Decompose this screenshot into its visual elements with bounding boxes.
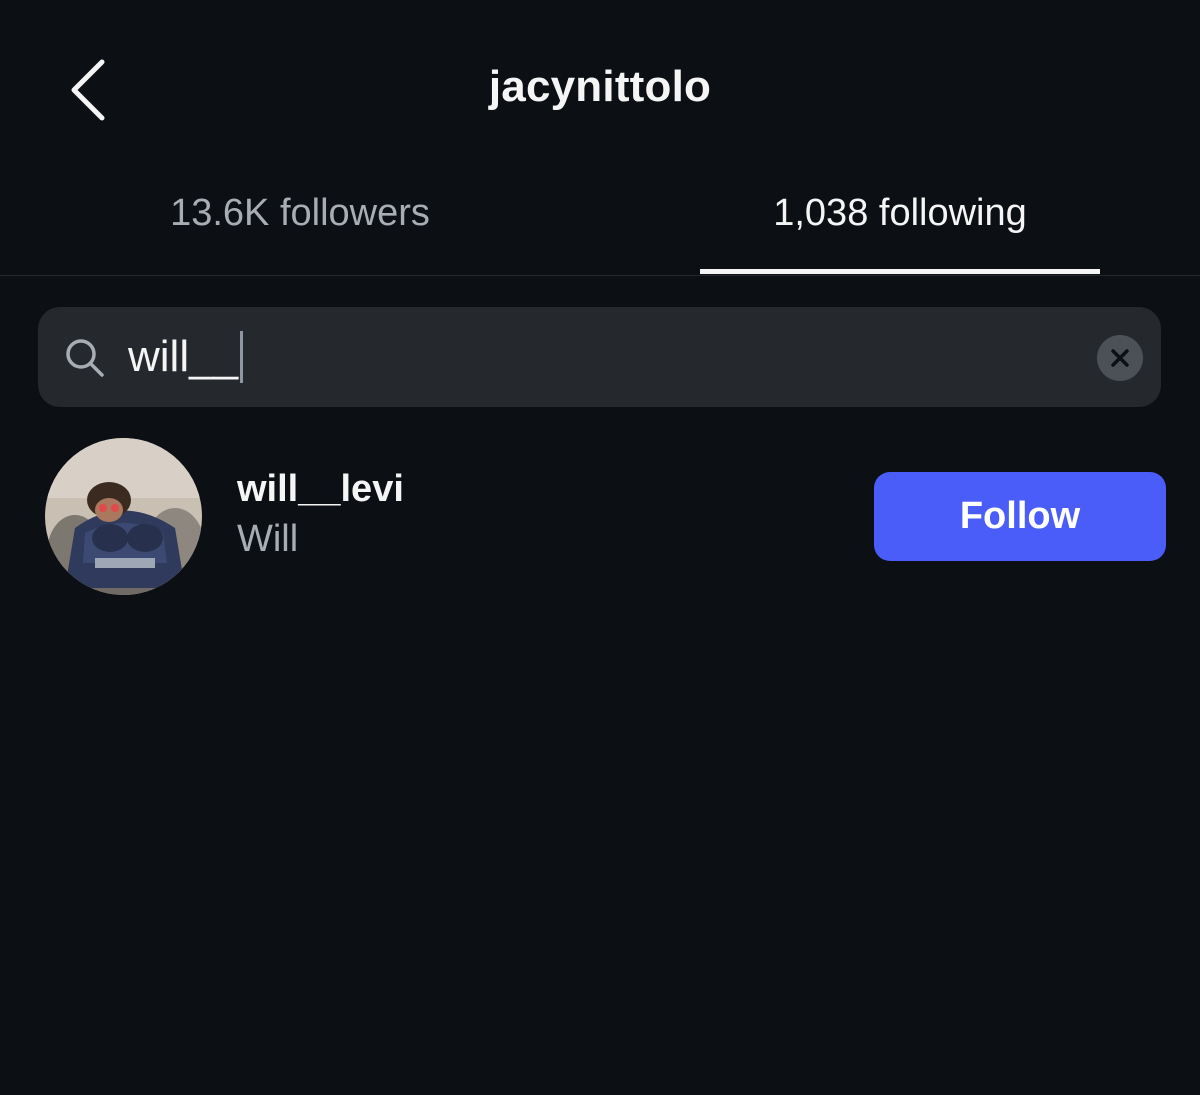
follow-button[interactable]: Follow — [874, 472, 1166, 561]
clear-search-button[interactable] — [1097, 335, 1143, 381]
header: jacynittolo — [0, 0, 1200, 180]
user-info: will__levi Will — [237, 465, 404, 565]
text-cursor — [240, 331, 244, 383]
search-input[interactable]: will__ — [128, 329, 1028, 385]
close-icon — [1111, 349, 1129, 367]
tab-followers[interactable]: 13.6K followers — [0, 180, 600, 275]
tab-bar: 13.6K followers 1,038 following — [0, 180, 1200, 276]
active-tab-indicator — [700, 269, 1100, 274]
username[interactable]: will__levi — [237, 465, 404, 513]
search-input-value: will__ — [128, 332, 239, 381]
page-title: jacynittolo — [488, 62, 712, 111]
search-icon — [66, 339, 104, 377]
tab-following[interactable]: 1,038 following — [600, 180, 1200, 275]
avatar-photo — [45, 438, 202, 595]
list-item[interactable]: will__levi Will Follow — [0, 437, 1200, 597]
search-bar[interactable]: will__ — [38, 307, 1161, 407]
avatar[interactable] — [45, 438, 202, 595]
full-name: Will — [237, 518, 299, 560]
